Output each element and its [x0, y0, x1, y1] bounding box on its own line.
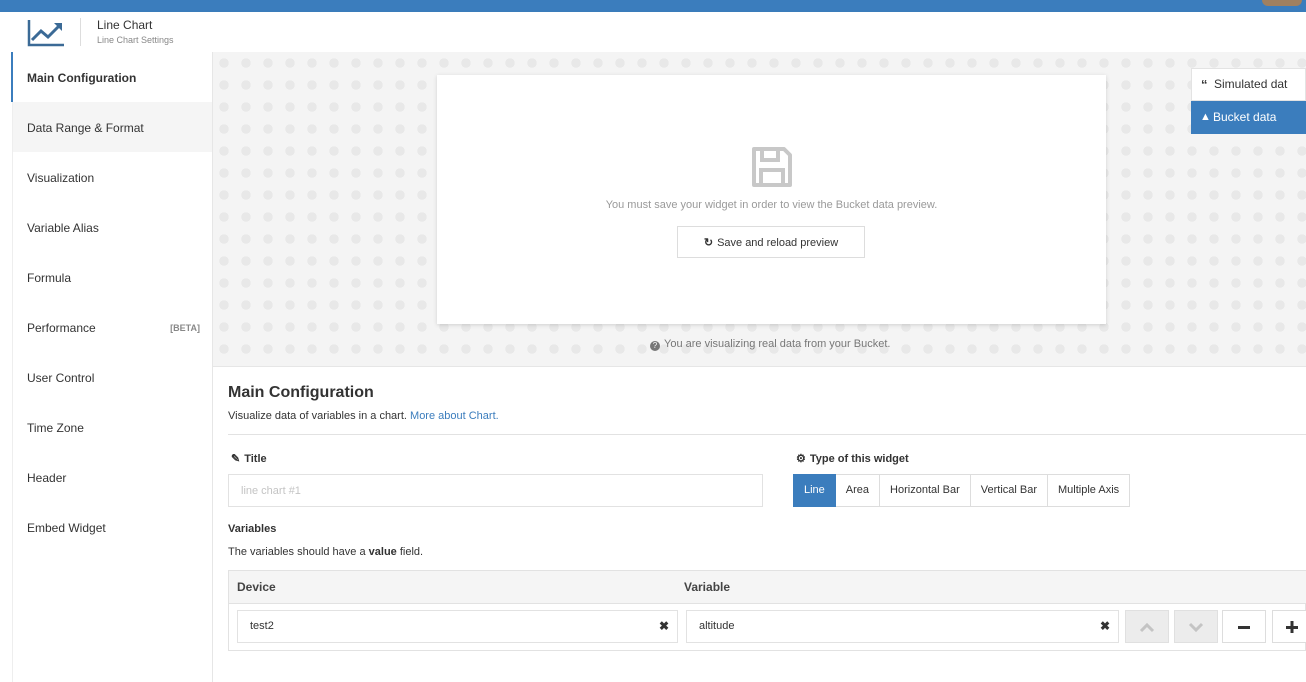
section-description-text: Visualize data of variables in a chart. [228, 410, 407, 422]
sidebar-item-header[interactable]: Header [13, 452, 212, 502]
sidebar-item-time-zone[interactable]: Time Zone [13, 402, 212, 452]
variables-desc-pre: The variables should have a [228, 546, 366, 558]
chevron-up-icon [1139, 622, 1155, 633]
sidebar-item-label: Main Configuration [27, 71, 137, 85]
sidebar-item-label: Data Range & Format [27, 121, 144, 135]
question-icon: ? [650, 341, 660, 351]
minus-icon [1238, 626, 1250, 629]
save-reload-button[interactable]: ↻ Save and reload preview [677, 226, 865, 258]
sidebar-item-label: User Control [27, 371, 95, 385]
more-about-chart-link[interactable]: More about Chart. [410, 410, 499, 422]
sidebar-item-label: Header [27, 471, 67, 485]
sidebar-item-data-range[interactable]: Data Range & Format [13, 102, 212, 152]
sidebar-item-label: Performance [27, 321, 96, 335]
preview-message: You must save your widget in order to vi… [605, 199, 938, 211]
widget-header: Line Chart Line Chart Settings [0, 12, 1306, 53]
sidebar-item-label: Embed Widget [27, 521, 106, 535]
add-row-button[interactable] [1272, 610, 1306, 643]
save-reload-label: Save and reload preview [717, 237, 839, 249]
sidebar-item-label: Formula [27, 271, 72, 285]
floppy-disk-icon [752, 147, 792, 187]
preview-info: ? You are visualizing real data from your… [650, 338, 890, 351]
variable-value: altitude [699, 620, 735, 632]
sidebar-item-label: Visualization [27, 171, 95, 185]
type-label: ⚙ Type of this widget [796, 452, 909, 465]
beta-badge: [BETA] [170, 323, 200, 333]
move-up-button[interactable] [1125, 610, 1169, 643]
section-description: Visualize data of variables in a chart. … [228, 410, 499, 422]
line-chart-icon [27, 20, 64, 47]
plus-icon [1286, 621, 1298, 633]
title-label: ✎ Title [231, 452, 267, 465]
variables-desc-post: field. [399, 546, 424, 558]
variables-label: Variables [228, 523, 277, 535]
top-bar [0, 0, 1306, 12]
title-input[interactable] [228, 474, 763, 507]
warning-icon: ▲ [1200, 111, 1211, 123]
column-device: Device [237, 580, 276, 594]
sidebar-item-visualization[interactable]: Visualization [13, 152, 212, 202]
clear-variable-icon[interactable]: ✖ [1100, 611, 1110, 642]
sidebar-edge [0, 52, 13, 682]
title-label-text: Title [244, 453, 267, 465]
sidebar: Main Configuration Data Range & Format V… [11, 52, 213, 682]
device-select[interactable]: test2 ✖ [237, 610, 678, 643]
section-title: Main Configuration [228, 384, 374, 401]
quote-icon: “ [1201, 77, 1208, 92]
pencil-icon: ✎ [231, 453, 241, 465]
sidebar-item-performance[interactable]: Performance [BETA] [13, 302, 212, 352]
type-area-button[interactable]: Area [835, 474, 881, 507]
sidebar-item-user-control[interactable]: User Control [13, 352, 212, 402]
move-down-button[interactable] [1174, 610, 1218, 643]
tab-bucket-data[interactable]: ▲ Bucket data [1191, 101, 1306, 134]
chevron-down-icon [1188, 622, 1204, 633]
variable-select[interactable]: altitude ✖ [686, 610, 1119, 643]
column-variable: Variable [684, 580, 731, 594]
preview-card: You must save your widget in order to vi… [437, 75, 1106, 324]
variables-description: The variables should have a value field. [228, 546, 423, 558]
type-line-button[interactable]: Line [793, 474, 836, 507]
tab-simulated-label: Simulated dat [1214, 77, 1288, 91]
preview-info-text: You are visualizing real data from your … [664, 338, 891, 350]
type-horizontal-bar-button[interactable]: Horizontal Bar [880, 474, 971, 507]
remove-row-button[interactable] [1222, 610, 1266, 643]
header-subtitle: Line Chart Settings [97, 35, 174, 45]
avatar[interactable] [1262, 0, 1302, 6]
header-title: Line Chart [97, 18, 153, 32]
device-value: test2 [250, 620, 274, 632]
gear-icon: ⚙ [796, 453, 806, 465]
variables-table: Device Variable test2 ✖ altitude ✖ [228, 570, 1306, 651]
type-label-text: Type of this widget [809, 453, 909, 465]
sidebar-item-embed-widget[interactable]: Embed Widget [13, 502, 212, 552]
tab-bucket-label: Bucket data [1213, 110, 1277, 124]
sidebar-item-label: Variable Alias [27, 221, 99, 235]
variables-table-header: Device Variable [229, 571, 1306, 604]
section-divider [228, 434, 1306, 435]
widget-type-group: Line Area Horizontal Bar Vertical Bar Mu… [793, 474, 1131, 507]
type-multiple-axis-button[interactable]: Multiple Axis [1048, 474, 1131, 507]
sidebar-item-variable-alias[interactable]: Variable Alias [13, 202, 212, 252]
refresh-icon: ↻ [703, 237, 714, 249]
tab-simulated-data[interactable]: “ Simulated dat [1191, 68, 1306, 101]
clear-device-icon[interactable]: ✖ [659, 611, 669, 642]
sidebar-item-formula[interactable]: Formula [13, 252, 212, 302]
sidebar-item-label: Time Zone [27, 421, 84, 435]
variables-desc-bold: value [368, 546, 397, 558]
sidebar-item-main-configuration[interactable]: Main Configuration [11, 52, 212, 102]
header-divider [80, 18, 81, 46]
type-vertical-bar-button[interactable]: Vertical Bar [970, 474, 1048, 507]
